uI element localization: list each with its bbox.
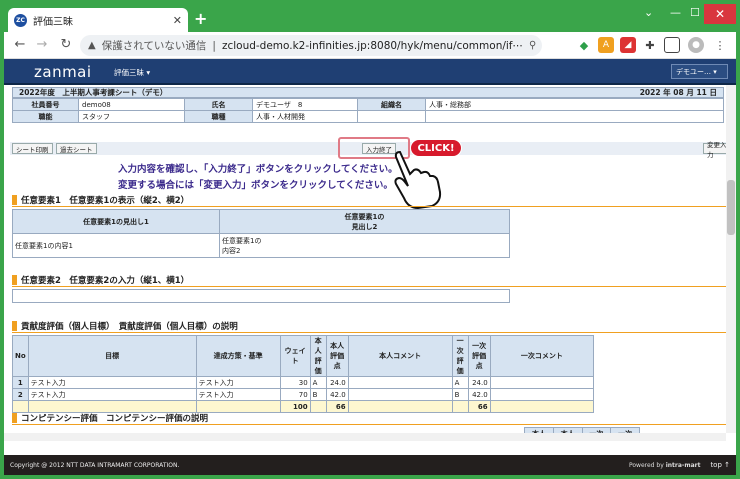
minimize-icon[interactable]: —	[670, 6, 681, 19]
new-tab-icon[interactable]: +	[194, 9, 207, 28]
url-text: zcloud-demo.k2-infinities.jp:8080/hyk/me…	[221, 39, 523, 52]
copyright-text: Copyright @ 2012 NTT DATA INTRAMART CORP…	[10, 461, 180, 469]
extension-a-icon[interactable]: A	[598, 37, 614, 53]
top-link[interactable]: top ↑	[710, 461, 730, 469]
user-menu[interactable]: デモユー… ▾	[671, 64, 728, 79]
instruction-line-2: 変更する場合には「変更入力」ボタンをクリックしてください。	[118, 180, 393, 191]
sheet-date: 2022 年 08 月 11 日	[639, 88, 717, 97]
tab-title: 評価三昧	[33, 16, 73, 28]
extensions-puzzle-icon[interactable]: ✚	[642, 37, 658, 53]
horizontal-scrollbar[interactable]	[4, 433, 726, 441]
forward-icon[interactable]: →	[32, 37, 52, 52]
section-3-heading: 貢献度評価（個人目標） 貢献度評価（個人目標）の説明	[12, 319, 726, 333]
tab-strip: ZC 評価三昧 ✕ + ⌄ — ☐ ✕	[4, 4, 736, 32]
menu-kebab-icon[interactable]: ⋮	[712, 37, 728, 53]
section-2-input[interactable]	[12, 289, 510, 303]
section-1-heading: 任意要素1 任意要素1の表示（縦2、横2）	[12, 193, 726, 207]
profile-avatar-icon[interactable]: ●	[688, 37, 704, 53]
zoom-icon[interactable]: ⚲	[529, 40, 536, 51]
grade-value: スタッフ	[78, 110, 185, 123]
reload-icon[interactable]: ↻	[56, 37, 76, 52]
goal-evaluation-table: No 目標 達成方策・基準 ウェイト 本人 評価 本人 評価点 本人コメント 一次評…	[12, 335, 595, 413]
window-close-icon[interactable]: ✕	[704, 4, 736, 24]
print-sheet-button[interactable]: シート印刷	[12, 143, 53, 154]
employee-info-table: 社員番号 demo08 氏名 デモユーザ 8 組織名 人事・総務部 職能 スタッ…	[12, 98, 724, 123]
browser-toolbar: ← → ↻ ▲ 保護されていない通信 | zcloud-demo.k2-infi…	[4, 32, 736, 59]
section-1-table: 任意要素1の見出し1 任意要素1の 見出し2 任意要素1の内容1 任意要素1の 内容…	[12, 209, 510, 258]
table-row: 2 テスト入力 テスト入力 70 B 42.0 B 42.0	[12, 388, 595, 401]
app-footer: Copyright @ 2012 NTT DATA INTRAMART CORP…	[4, 455, 736, 475]
section-4-heading: コンピテンシー評価 コンピテンシー評価の説明	[12, 411, 726, 425]
past-sheet-button[interactable]: 過去シート	[56, 143, 97, 154]
security-status: 保護されていない通信	[101, 40, 207, 52]
name-value: デモユーザ 8	[252, 98, 358, 111]
side-panel-icon[interactable]	[664, 37, 680, 53]
sheet-content: 2022年度 上半期人事考課シート（デモ） 2022 年 08 月 11 日 社…	[4, 85, 736, 433]
warning-icon: ▲	[88, 40, 96, 51]
org-value: 人事・総務部	[425, 98, 724, 111]
job-value: 人事・人材開発	[252, 110, 358, 123]
address-bar[interactable]: ▲ 保護されていない通信 | zcloud-demo.k2-infinities…	[80, 35, 542, 56]
sheet-title: 2022年度 上半期人事考課シート（デモ）	[19, 88, 168, 97]
app-logo[interactable]: zanmai	[34, 63, 92, 81]
browser-window: ZC 評価三昧 ✕ + ⌄ — ☐ ✕ ← → ↻ ▲ 保護されていない通信 |…	[4, 4, 736, 475]
zc-favicon-icon: ZC	[14, 13, 27, 27]
extension-pdf-icon[interactable]: ◢	[620, 37, 636, 53]
emp-no-value: demo08	[78, 98, 185, 111]
instruction-line-1: 入力内容を確認し、「入力終了」ボタンをクリックしてください。	[118, 164, 398, 175]
sheet-title-bar: 2022年度 上半期人事考課シート（デモ） 2022 年 08 月 11 日	[12, 87, 724, 98]
employee-info: 2022年度 上半期人事考課シート（デモ） 2022 年 08 月 11 日 社…	[12, 87, 724, 123]
vertical-scroll-thumb[interactable]	[727, 180, 735, 235]
extension-evernote-icon[interactable]: ◆	[576, 37, 592, 53]
maximize-icon[interactable]: ☐	[690, 6, 700, 19]
back-icon[interactable]: ←	[10, 37, 30, 52]
section-2-heading: 任意要素2 任意要素2の入力（縦1、横1）	[12, 273, 726, 287]
tab-search-icon[interactable]: ⌄	[644, 6, 653, 19]
browser-tab[interactable]: ZC 評価三昧 ✕	[8, 8, 188, 32]
intra-mart-logo: intra-mart	[665, 462, 701, 469]
table-row: 1 テスト入力 テスト入力 30 A 24.0 A 24.0	[12, 376, 595, 389]
vertical-scrollbar[interactable]	[726, 85, 736, 433]
app-header: zanmai 評価三昧 ▾ デモユー… ▾	[4, 59, 736, 85]
app-menu[interactable]: 評価三昧 ▾	[114, 67, 150, 78]
close-tab-icon[interactable]: ✕	[173, 14, 182, 27]
